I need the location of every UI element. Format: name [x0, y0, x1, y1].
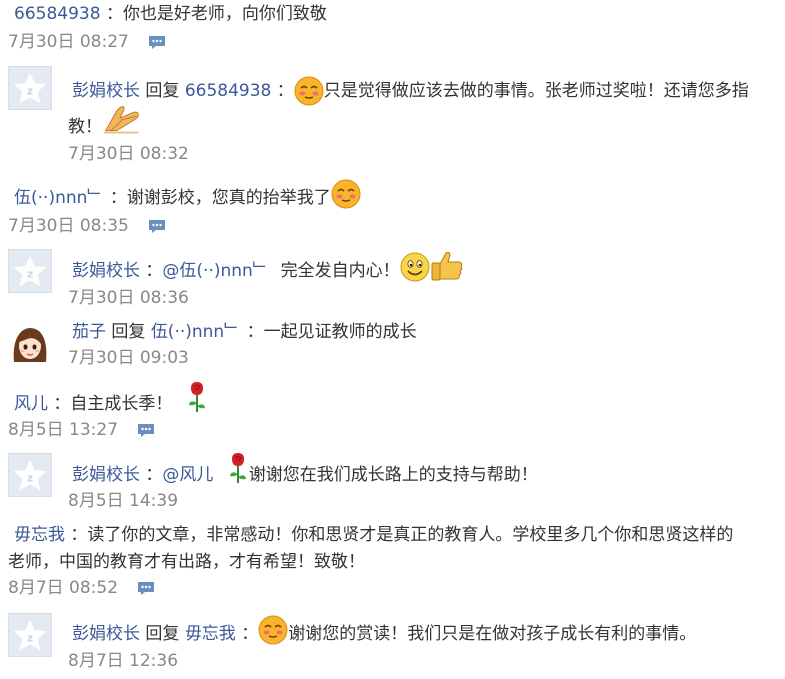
rose-emoji [227, 452, 249, 484]
separator: ： [105, 4, 123, 24]
shy-face-emoji [294, 76, 324, 106]
comment-bubble-icon[interactable] [148, 35, 166, 50]
reply-text: 谢谢您在我们成长路上的支持与帮助！ [248, 465, 538, 485]
smile-face-emoji [400, 252, 430, 282]
comment-username[interactable]: 毋忘我 [14, 525, 65, 545]
reply-time: 7月30日 08:32 [68, 144, 189, 164]
reply-username[interactable]: 彭娟校长 [72, 624, 140, 644]
comment-time: 7月30日 08:35 [8, 216, 129, 236]
comment-text: 你也是好老师，向你们致敬 [122, 4, 327, 24]
reply-word: 回复 [145, 624, 180, 644]
reply-time: 8月5日 14:39 [68, 491, 179, 511]
reply-text: 一起见证教师的成长 [263, 322, 417, 342]
separator: ： [70, 525, 88, 545]
default-avatar-icon[interactable] [8, 453, 52, 497]
reply-time: 8月7日 12:36 [68, 651, 179, 671]
comment-time: 8月5日 13:27 [8, 420, 119, 440]
comment-time: 8月7日 08:52 [8, 578, 119, 598]
default-avatar-icon[interactable] [8, 249, 52, 293]
reply-time: 7月30日 08:36 [68, 288, 189, 308]
rose-emoji [186, 381, 208, 413]
reply-username[interactable]: 彭娟校长 [72, 261, 140, 281]
comment-bubble-icon[interactable] [137, 581, 155, 596]
separator: ： [109, 188, 127, 208]
reply-username[interactable]: 彭娟校长 [72, 465, 140, 485]
separator: ： [276, 81, 294, 101]
reply-text: 谢谢您的赏读！我们只是在做对孩子成长有利的事情。 [288, 624, 697, 644]
separator: ： [145, 261, 163, 281]
girl-avatar[interactable] [8, 320, 52, 368]
comment-text: 读了你的文章，非常感动！你和思贤才是真正的教育人。学校里多几个你和思贤这样的 [87, 525, 734, 545]
reply-target-username[interactable]: 伍(··)nnn﹂ [151, 322, 241, 342]
reply-mention[interactable]: @风儿 [162, 465, 213, 485]
reply-time: 7月30日 09:03 [68, 348, 189, 368]
default-avatar-icon[interactable] [8, 613, 52, 657]
reply-word: 回复 [111, 322, 146, 342]
reply-username[interactable]: 茄子 [72, 322, 106, 342]
comment-text: 自主成长季！ [70, 394, 173, 414]
reply-text: 完全发自内心！ [280, 261, 400, 281]
separator: ： [246, 322, 264, 342]
separator: ： [241, 624, 259, 644]
thumbs-up-emoji [430, 249, 464, 283]
reply-target-username[interactable]: 66584938 [185, 81, 272, 101]
comment-text-continued: 老师，中国的教育才有出路，才有希望！致敬！ [8, 552, 365, 572]
comment-bubble-icon[interactable] [148, 219, 166, 234]
praying-hands-emoji [102, 101, 142, 135]
comment-username[interactable]: 66584938 [14, 4, 101, 24]
comment-time: 7月30日 08:27 [8, 32, 129, 52]
shy-face-emoji [331, 179, 361, 209]
reply-text-continued: 教！ [68, 117, 102, 137]
default-avatar-icon[interactable] [8, 66, 52, 110]
reply-mention[interactable]: @伍(··)nnn﹂ [162, 261, 269, 281]
comment-username[interactable]: 风儿 [14, 394, 48, 414]
reply-text: 只是觉得做应该去做的事情。张老师过奖啦！还请您多指 [323, 81, 749, 101]
separator: ： [53, 394, 71, 414]
comment-bubble-icon[interactable] [137, 423, 155, 438]
comment-username[interactable]: 伍(··)nnn﹂ [14, 188, 104, 208]
reply-username[interactable]: 彭娟校长 [72, 81, 140, 101]
comment-text: 谢谢彭校，您真的抬举我了 [126, 188, 331, 208]
separator: ： [145, 465, 163, 485]
shy-face-emoji [258, 615, 288, 645]
reply-word: 回复 [145, 81, 180, 101]
reply-target-username[interactable]: 毋忘我 [185, 624, 236, 644]
